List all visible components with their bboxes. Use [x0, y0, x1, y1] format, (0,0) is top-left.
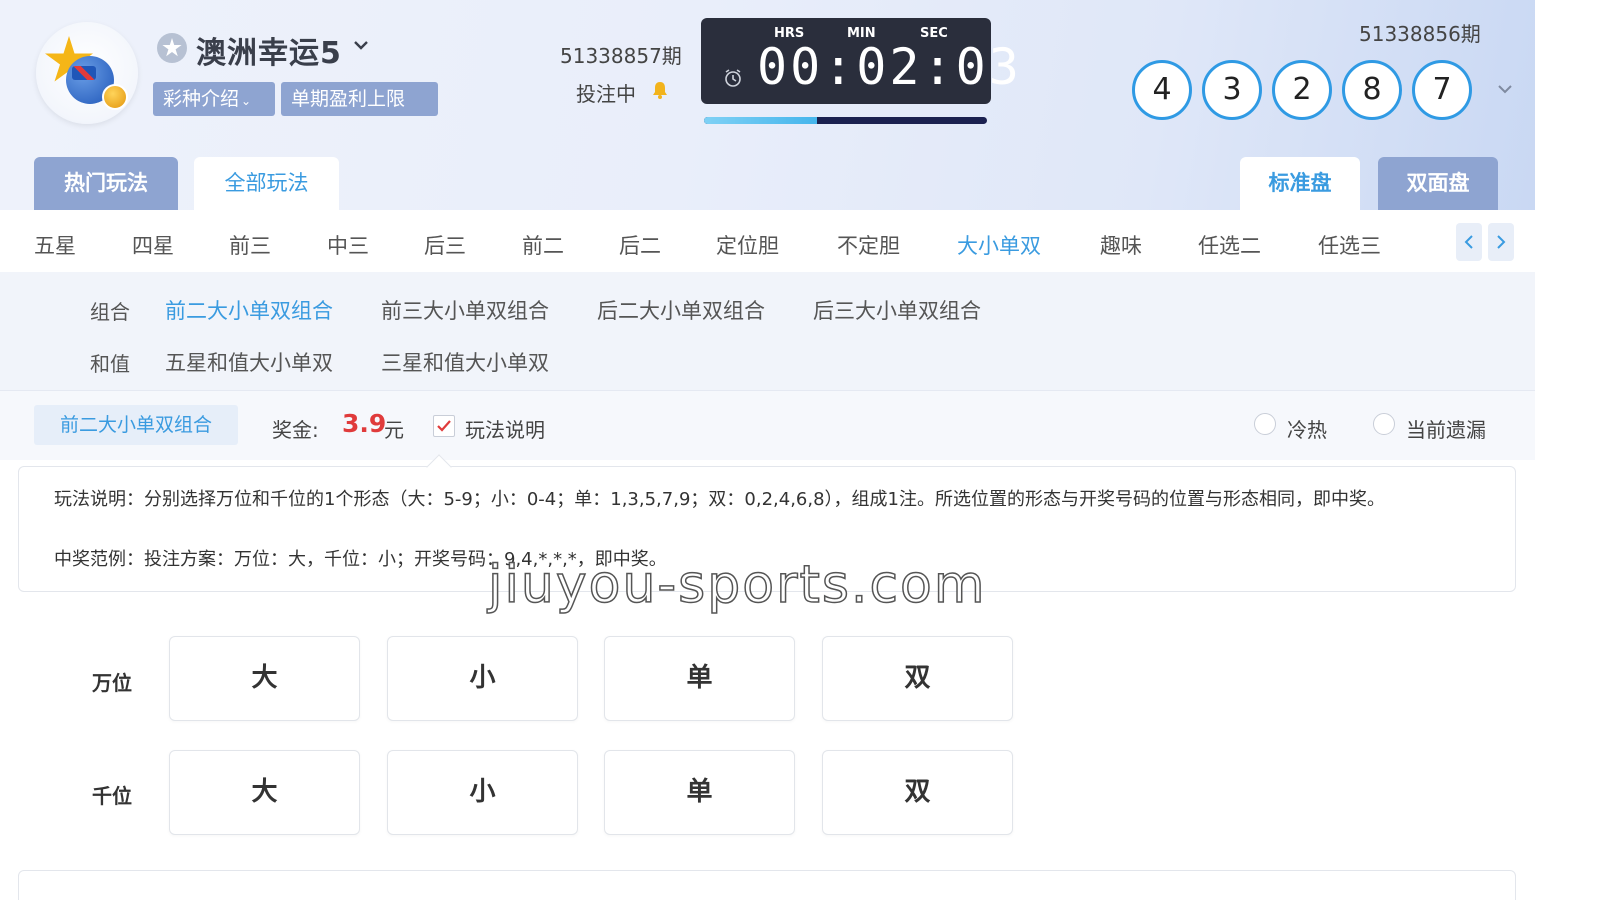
- prize-value: 3.9: [342, 409, 387, 438]
- bet-status: 投注中: [576, 82, 636, 106]
- category-item[interactable]: 四星: [132, 230, 174, 260]
- countdown-progress-fill: [704, 117, 818, 124]
- sum-group-label: 和值: [90, 352, 130, 376]
- draw-ball: 3: [1202, 60, 1262, 120]
- tab-standard[interactable]: 标准盘: [1240, 157, 1360, 210]
- draw-ball: 4: [1132, 60, 1192, 120]
- bottom-panel: [18, 870, 1516, 900]
- category-nav: 五星 四星 前三 中三 后三 前二 后二 定位胆 不定胆 大小单双 趣味 任选二…: [0, 210, 1535, 272]
- logo-flag-shape: [72, 66, 96, 80]
- row-label-thousands: 千位: [92, 784, 132, 808]
- missing-radio[interactable]: [1373, 413, 1395, 435]
- prize-label: 奖金:: [272, 418, 319, 442]
- chevron-down-icon[interactable]: [1496, 80, 1514, 98]
- option-odd[interactable]: 单: [604, 636, 795, 721]
- category-item[interactable]: 定位胆: [716, 230, 779, 260]
- option-odd[interactable]: 单: [604, 750, 795, 835]
- category-item[interactable]: 前二: [522, 230, 564, 260]
- tab-hot-play[interactable]: 热门玩法: [34, 157, 178, 210]
- draw-ball: 7: [1412, 60, 1472, 120]
- category-item[interactable]: 任选三: [1318, 230, 1381, 260]
- profit-limit-button[interactable]: 单期盈利上限: [281, 82, 438, 116]
- profit-limit-label: 单期盈利上限: [291, 88, 406, 110]
- chevron-right-icon: [1497, 235, 1506, 249]
- sub-method-item[interactable]: 三星和值大小单双: [381, 347, 549, 377]
- category-item[interactable]: 后二: [619, 230, 661, 260]
- category-item[interactable]: 不定胆: [837, 230, 900, 260]
- missing-label[interactable]: 当前遗漏: [1406, 414, 1486, 443]
- logo-coin-shape: [102, 84, 128, 110]
- prize-unit: 元: [384, 418, 404, 442]
- draw-ball: 8: [1342, 60, 1402, 120]
- show-rules-label[interactable]: 玩法说明: [465, 414, 545, 443]
- chevron-left-icon: [1464, 235, 1473, 249]
- sub-method-active[interactable]: 前二大小单双组合: [165, 295, 333, 325]
- current-method-badge: 前二大小单双组合: [34, 405, 238, 445]
- option-small[interactable]: 小: [387, 636, 578, 721]
- scroll-right-button[interactable]: [1488, 223, 1514, 261]
- option-big[interactable]: 大: [169, 750, 360, 835]
- watermark: jiuyou-sports.com: [487, 554, 987, 616]
- sub-method-item[interactable]: 前三大小单双组合: [381, 295, 549, 325]
- draw-ball: 2: [1272, 60, 1332, 120]
- page: 澳洲幸运5 彩种介绍 ⌄ 单期盈利上限 51338857期 投注中 HRS MIN…: [0, 0, 1535, 900]
- option-even[interactable]: 双: [822, 636, 1013, 721]
- category-item[interactable]: 中三: [327, 230, 369, 260]
- bell-icon: [653, 82, 667, 99]
- category-item-active[interactable]: 大小单双: [957, 230, 1041, 260]
- hot-cold-label[interactable]: 冷热: [1287, 414, 1327, 443]
- alarm-clock-icon: [725, 69, 741, 87]
- row-label-ten-thousands: 万位: [92, 671, 132, 695]
- category-item[interactable]: 趣味: [1100, 230, 1142, 260]
- draw-results: 4 3 2 8 7: [1132, 60, 1472, 120]
- sub-method-item[interactable]: 后三大小单双组合: [813, 295, 981, 325]
- option-big[interactable]: 大: [169, 636, 360, 721]
- option-small[interactable]: 小: [387, 750, 578, 835]
- combo-group-label: 组合: [90, 300, 130, 324]
- page-margin: [1535, 0, 1600, 900]
- game-title[interactable]: 澳洲幸运5: [196, 28, 342, 72]
- category-item[interactable]: 任选二: [1198, 230, 1261, 260]
- star-icon[interactable]: [157, 33, 187, 63]
- hot-cold-radio[interactable]: [1254, 413, 1276, 435]
- sub-method-item[interactable]: 后二大小单双组合: [597, 295, 765, 325]
- countdown-timer: HRS MIN SEC 00:02:03: [701, 18, 1019, 104]
- show-rules-checkbox[interactable]: [433, 415, 455, 437]
- game-intro-label: 彩种介绍: [163, 88, 240, 110]
- countdown-progress: [704, 117, 987, 124]
- scroll-left-button[interactable]: [1456, 223, 1482, 261]
- header: 澳洲幸运5 彩种介绍 ⌄ 单期盈利上限 51338857期 投注中 HRS MIN…: [0, 0, 1535, 210]
- tab-two-sided[interactable]: 双面盘: [1378, 157, 1498, 210]
- sub-method-panel: 组合 前二大小单双组合 前三大小单双组合 后二大小单双组合 后三大小单双组合 和…: [0, 272, 1535, 390]
- category-item[interactable]: 前三: [229, 230, 271, 260]
- current-issue: 51338857期: [560, 44, 682, 68]
- game-logo: [36, 22, 138, 124]
- rule-text: 玩法说明：分别选择万位和千位的1个形态（大：5-9；小：0-4；单：1,3,5,…: [54, 489, 1385, 510]
- category-item[interactable]: 后三: [424, 230, 466, 260]
- chevron-down-icon: ⌄: [241, 94, 252, 108]
- sub-method-item[interactable]: 五星和值大小单双: [165, 347, 333, 377]
- chevron-down-icon[interactable]: [352, 36, 370, 54]
- category-item[interactable]: 五星: [34, 230, 76, 260]
- tab-all-play[interactable]: 全部玩法: [194, 157, 339, 210]
- timer-display: 00:02:03: [757, 38, 1022, 96]
- game-intro-button[interactable]: 彩种介绍 ⌄: [153, 82, 275, 116]
- option-even[interactable]: 双: [822, 750, 1013, 835]
- last-issue: 51338856期: [1359, 22, 1481, 46]
- checkmark-icon: [437, 420, 451, 432]
